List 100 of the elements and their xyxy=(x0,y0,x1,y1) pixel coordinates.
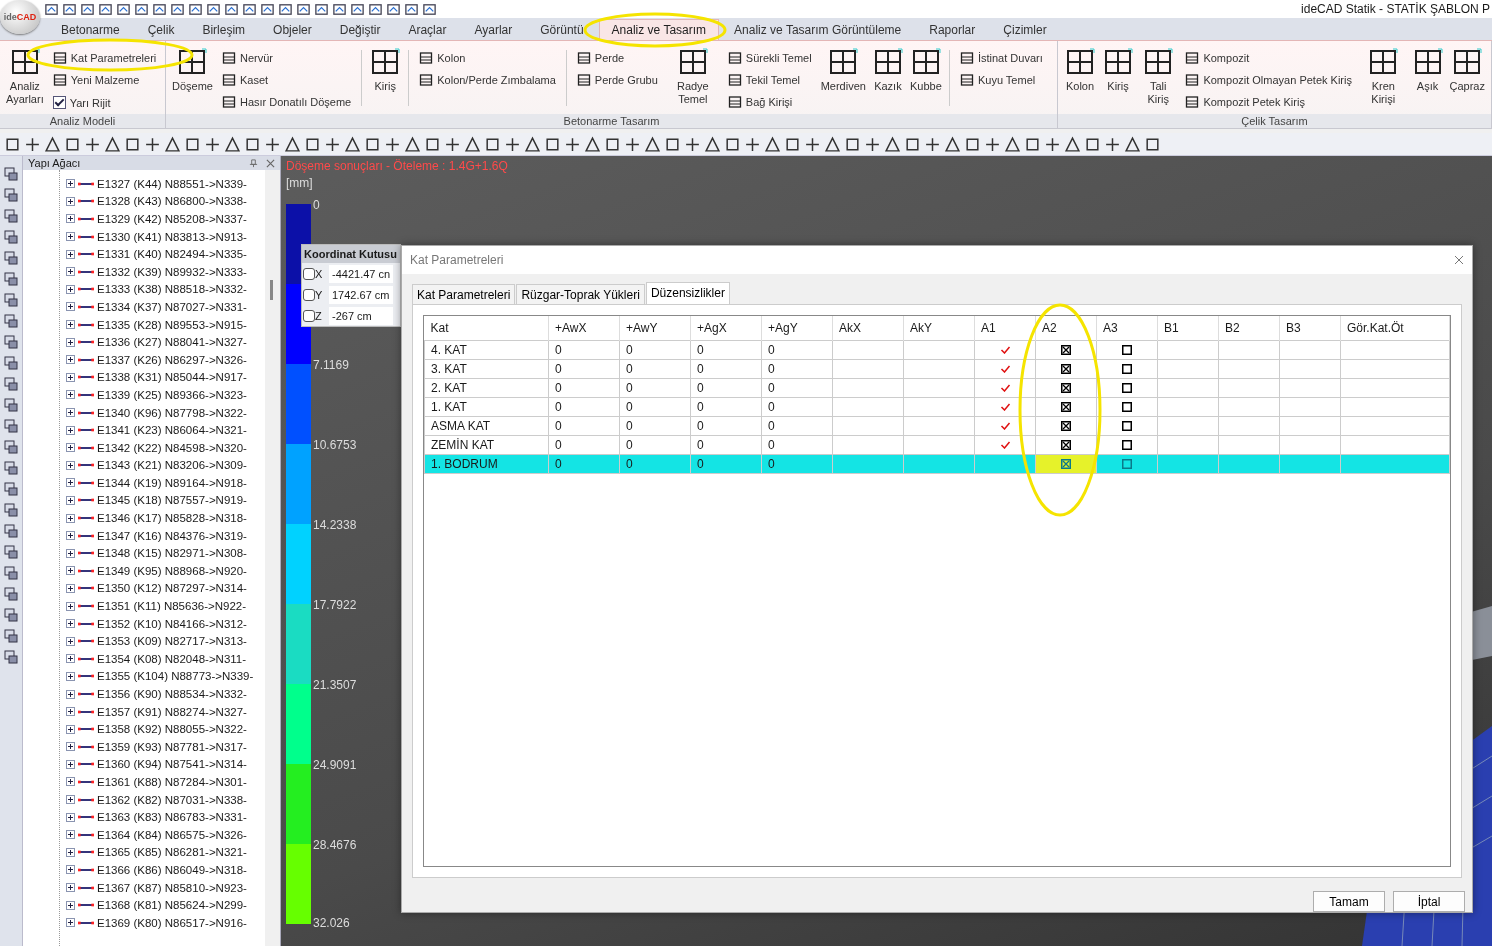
tool-icon[interactable] xyxy=(3,166,19,182)
expand-toggle[interactable] xyxy=(66,566,75,576)
expand-toggle[interactable] xyxy=(66,847,75,857)
tool-icon[interactable] xyxy=(3,439,19,455)
dialog-tab[interactable]: Düzensizlikler xyxy=(645,281,730,304)
pin-icon[interactable] xyxy=(249,158,258,168)
expand-toggle[interactable] xyxy=(66,759,75,769)
check-icon[interactable] xyxy=(999,383,1011,392)
ribbon-button[interactable]: İstinat Duvarı xyxy=(957,48,1045,67)
ribbon-button[interactable]: Kolon xyxy=(417,48,558,67)
ribbon-button[interactable]: Kompozit xyxy=(1183,48,1354,67)
column-header[interactable]: Gör.Kat.Öt xyxy=(1340,315,1450,341)
tool-icon[interactable] xyxy=(3,544,19,560)
expand-toggle[interactable] xyxy=(66,355,75,365)
column-header[interactable]: A1 xyxy=(974,315,1036,341)
tool-icon[interactable] xyxy=(344,135,361,153)
tool-icon[interactable] xyxy=(24,135,41,153)
expand-toggle[interactable] xyxy=(66,583,75,593)
expand-toggle[interactable] xyxy=(66,671,75,681)
expand-toggle[interactable] xyxy=(66,900,75,910)
tree-item[interactable]: E1368 (K81) N85624->N299- xyxy=(97,899,247,912)
tool-icon[interactable] xyxy=(278,1,293,17)
tool-icon[interactable] xyxy=(3,250,19,266)
checkbox[interactable] xyxy=(1061,459,1071,470)
ribbon-button[interactable]: Kolon/Perde Zımbalama xyxy=(417,70,558,89)
expand-toggle[interactable] xyxy=(66,390,75,400)
tool-icon[interactable] xyxy=(824,135,841,153)
tree-item[interactable]: E1346 (K17) N85828->N318- xyxy=(97,512,247,525)
coordinate-field[interactable]: 1742.67 cm xyxy=(329,285,393,304)
tree-item[interactable]: E1352 (K10) N84166->N312- xyxy=(97,617,247,630)
tool-icon[interactable] xyxy=(764,135,781,153)
expand-toggle[interactable] xyxy=(66,707,75,717)
ribbon-tab[interactable]: Objeler xyxy=(260,19,325,40)
tool-icon[interactable] xyxy=(3,229,19,245)
ribbon-tab[interactable]: Ayarlar xyxy=(461,19,526,40)
tool-icon[interactable] xyxy=(804,135,821,153)
tool-icon[interactable] xyxy=(544,135,561,153)
tree-item[interactable]: E1330 (K41) N83813->N913- xyxy=(97,230,247,243)
expand-toggle[interactable] xyxy=(66,689,75,699)
tool-icon[interactable] xyxy=(98,1,113,17)
tool-icon[interactable] xyxy=(184,135,201,153)
ribbon-button[interactable]: Kuyu Temel xyxy=(957,70,1045,89)
tool-icon[interactable] xyxy=(484,135,501,153)
tool-icon[interactable] xyxy=(584,135,601,153)
tree-item[interactable]: E1357 (K91) N88274->N327- xyxy=(97,705,247,718)
expand-toggle[interactable] xyxy=(66,249,75,259)
column-header[interactable]: AkX xyxy=(832,315,904,341)
ribbon-button[interactable]: Kaset xyxy=(219,70,354,89)
check-icon[interactable] xyxy=(999,345,1011,354)
tool-icon[interactable] xyxy=(422,1,437,17)
ribbon-button[interactable]: Nervür xyxy=(219,48,354,67)
tool-icon[interactable] xyxy=(264,135,281,153)
ribbon-tab[interactable]: Raporlar xyxy=(916,19,989,40)
expand-toggle[interactable] xyxy=(66,601,75,611)
tool-icon[interactable] xyxy=(864,135,881,153)
tree-item[interactable]: E1349 (K95) N88968->N920- xyxy=(97,564,247,577)
tool-icon[interactable] xyxy=(364,135,381,153)
tool-icon[interactable] xyxy=(3,418,19,434)
tree-item[interactable]: E1327 (K44) N88551->N339- xyxy=(97,177,247,190)
ribbon-tab[interactable]: Birleşim xyxy=(189,19,259,40)
tool-icon[interactable] xyxy=(1104,135,1121,153)
ribbon-button[interactable]: Merdiven xyxy=(817,44,869,114)
expand-toggle[interactable] xyxy=(66,513,75,523)
ribbon-button[interactable]: Kat Parametreleri xyxy=(50,48,159,67)
tree-item[interactable]: E1366 (K86) N86049->N318- xyxy=(97,863,247,876)
tool-icon[interactable] xyxy=(3,481,19,497)
column-header[interactable]: +AwX xyxy=(548,315,620,341)
tool-icon[interactable] xyxy=(844,135,861,153)
column-header[interactable]: A3 xyxy=(1096,315,1158,341)
expand-toggle[interactable] xyxy=(66,777,75,787)
tool-icon[interactable] xyxy=(204,135,221,153)
tool-icon[interactable] xyxy=(1004,135,1021,153)
ribbon-tab[interactable]: Analiz ve Tasarım Görüntüleme xyxy=(721,19,915,40)
column-header[interactable]: +AgY xyxy=(761,315,833,341)
tool-icon[interactable] xyxy=(3,649,19,665)
tool-icon[interactable] xyxy=(80,1,95,17)
tree-item[interactable]: E1331 (K40) N82494->N335- xyxy=(97,248,247,261)
expand-toggle[interactable] xyxy=(66,531,75,541)
tree-item[interactable]: E1337 (K26) N86297->N326- xyxy=(97,353,247,366)
tree-item[interactable]: E1362 (K82) N87031->N338- xyxy=(97,793,247,806)
tool-icon[interactable] xyxy=(84,135,101,153)
checkbox[interactable] xyxy=(303,267,315,280)
ribbon-button[interactable]: Bağ Kirişi xyxy=(725,92,814,111)
ribbon-tab[interactable]: Analiz ve Tasarım xyxy=(598,19,720,40)
expand-toggle[interactable] xyxy=(66,196,75,206)
tree-item[interactable]: E1334 (K37) N87027->N331- xyxy=(97,300,247,313)
expand-toggle[interactable] xyxy=(66,302,75,312)
tool-icon[interactable] xyxy=(784,135,801,153)
ribbon-button[interactable]: Aşık xyxy=(1408,44,1447,114)
tool-icon[interactable] xyxy=(324,135,341,153)
expand-toggle[interactable] xyxy=(66,267,75,277)
ribbon-button[interactable]: Kiriş xyxy=(366,44,405,114)
tool-icon[interactable] xyxy=(624,135,641,153)
checkbox[interactable] xyxy=(303,309,315,322)
checkbox[interactable] xyxy=(52,96,66,109)
tree-item[interactable]: E1343 (K21) N83206->N309- xyxy=(97,459,247,472)
coordinate-field[interactable]: -267 cm xyxy=(329,306,393,325)
check-icon[interactable] xyxy=(999,440,1011,449)
ribbon-button[interactable]: Kiriş xyxy=(1099,44,1137,114)
ribbon-tab[interactable]: Değiştir xyxy=(326,19,394,40)
